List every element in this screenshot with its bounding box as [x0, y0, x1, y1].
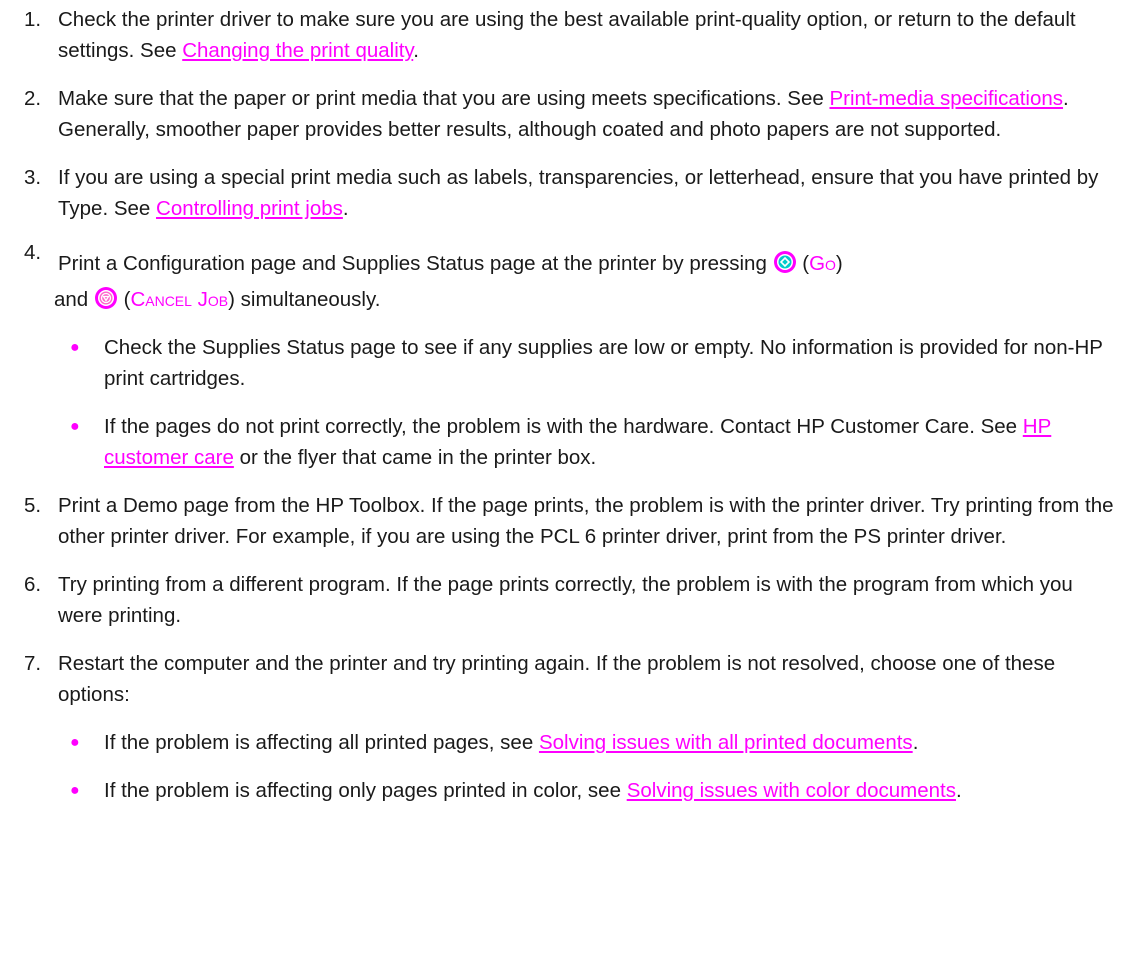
text-before: Make sure that the paper or print media …: [58, 87, 830, 110]
step-4-bullet-2: ● If the pages do not print correctly, t…: [58, 411, 1115, 473]
paren-open: (: [117, 288, 131, 311]
step-6: 6. Try printing from a different program…: [0, 569, 1125, 631]
step-text: Print a Configuration page and Supplies …: [54, 246, 1115, 318]
step-7-bullet-1: ● If the problem is affecting all printe…: [58, 727, 1115, 758]
text-after: .: [955, 779, 962, 802]
link-solving-issues-all-printed-documents[interactable]: Solving issues with all printed document…: [539, 731, 913, 754]
document-page: 1. Check the printer driver to make sure…: [0, 0, 1125, 955]
step-number: 7.: [24, 652, 42, 675]
step-number: 2.: [24, 87, 42, 110]
paren-close: ): [835, 252, 843, 275]
text-before: Print a Configuration page and Supplies …: [58, 252, 773, 275]
link-solving-issues-color-documents[interactable]: Solving issues with color documents: [627, 779, 956, 802]
and-text: and: [54, 288, 94, 311]
step-text: Restart the computer and the printer and…: [58, 652, 1056, 706]
step-text: Check the printer driver to make sure yo…: [58, 4, 1115, 66]
step-text: Print a Demo page from the HP Toolbox. I…: [58, 494, 1114, 548]
go-key-label: Go: [809, 252, 836, 275]
step-number: 6.: [24, 573, 42, 596]
cancel-job-key-label: Cancel Job: [130, 288, 229, 311]
step-4: 4. Print a Configuration page and Suppli…: [0, 241, 1125, 473]
step-7: 7. Restart the computer and the printer …: [0, 648, 1125, 806]
text-after: .: [413, 39, 419, 62]
link-changing-print-quality[interactable]: Changing the print quality: [182, 39, 413, 62]
step-3: 3. If you are using a special print medi…: [0, 162, 1125, 224]
step-text: Try printing from a different program. I…: [58, 573, 1073, 627]
step-number: 4.: [24, 241, 42, 264]
link-print-media-specifications[interactable]: Print-media specifications: [829, 87, 1063, 110]
step-1: 1. Check the printer driver to make sure…: [0, 4, 1125, 66]
step-5: 5. Print a Demo page from the HP Toolbox…: [0, 490, 1125, 552]
text-after: .: [342, 197, 349, 220]
troubleshooting-steps: 1. Check the printer driver to make sure…: [0, 0, 1125, 806]
bullet-text: If the problem is affecting all printed …: [104, 727, 1115, 758]
bullet-text: If the pages do not print correctly, the…: [104, 411, 1115, 473]
step-number: 3.: [24, 166, 42, 189]
paren-close: ): [228, 288, 235, 311]
step-7-bullet-2: ● If the problem is affecting only pages…: [58, 775, 1115, 806]
step-text: If you are using a special print media s…: [58, 162, 1115, 224]
step-text: Make sure that the paper or print media …: [58, 83, 1115, 145]
link-controlling-print-jobs[interactable]: Controlling print jobs: [156, 197, 343, 220]
text-after: .: [912, 731, 919, 754]
text-after: or the flyer that came in the printer bo…: [233, 446, 597, 469]
step-number: 1.: [24, 8, 42, 31]
bullet-dot: ●: [70, 418, 80, 435]
bullet-text: Check the Supplies Status page to see if…: [104, 336, 1103, 390]
step-4-bullet-1: ● Check the Supplies Status page to see …: [58, 332, 1115, 394]
text-after: simultaneously.: [234, 288, 381, 311]
bullet-text: If the problem is affecting only pages p…: [104, 775, 1115, 806]
step-2: 2. Make sure that the paper or print med…: [0, 83, 1125, 145]
bullet-dot: ●: [70, 339, 80, 356]
bullet-dot: ●: [70, 734, 80, 751]
go-button-icon: [773, 250, 797, 274]
bullet-dot: ●: [70, 782, 80, 799]
text-before: If the problem is affecting all printed …: [104, 731, 539, 754]
cancel-job-button-icon: [94, 286, 118, 310]
paren-open: (: [796, 252, 810, 275]
step-number: 5.: [24, 494, 42, 517]
text-before: If the problem is affecting only pages p…: [104, 779, 627, 802]
text-before: If the pages do not print correctly, the…: [104, 415, 1023, 438]
